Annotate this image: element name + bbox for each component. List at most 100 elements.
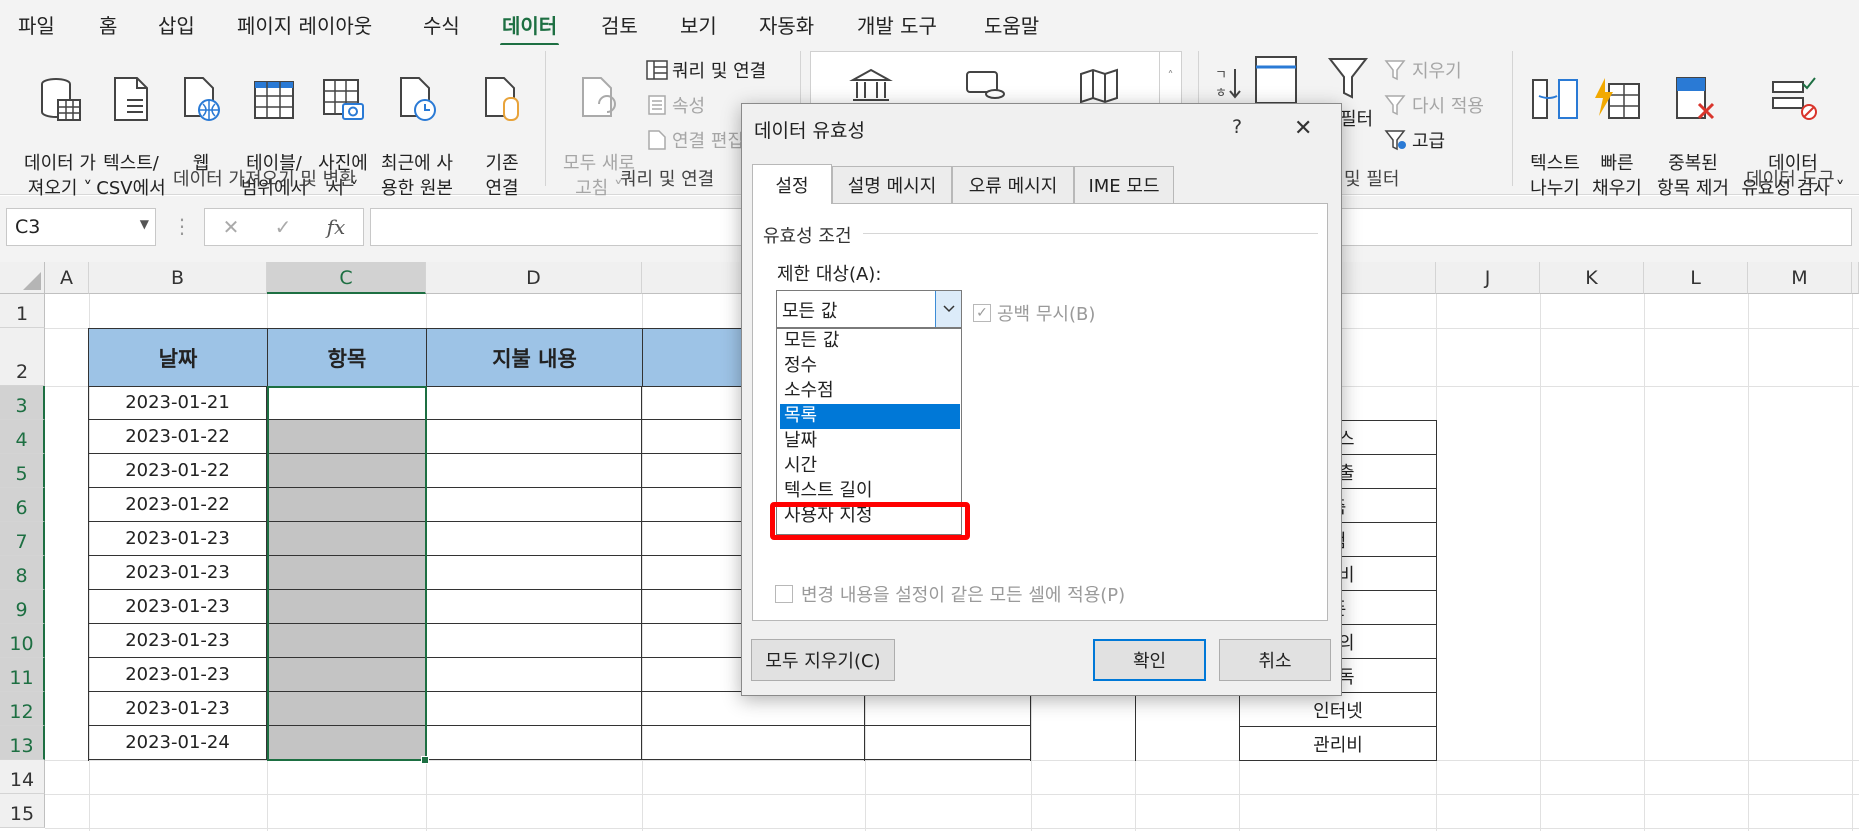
table-cell-date[interactable]: 2023-01-22 [89,454,267,488]
column-header-b[interactable]: B [89,262,267,294]
column-header-a[interactable]: A [45,262,89,294]
header-cell-item[interactable]: 항목 [267,328,427,387]
option-any-value[interactable]: 모든 값 [780,329,960,354]
tab-insert[interactable]: 삽입 [158,10,195,39]
tab-settings[interactable]: 설정 [752,164,832,204]
table-cell[interactable] [865,692,1031,726]
row-header-1[interactable]: 1 [0,294,45,328]
tab-input-message[interactable]: 설명 메시지 [832,166,952,204]
tab-formulas[interactable]: 수식 [423,10,460,39]
clear-filter-button[interactable]: 지우기 [1384,57,1462,83]
queries-connections-button[interactable]: 쿼리 및 연결 [646,57,766,83]
option-whole-number[interactable]: 정수 [780,354,960,379]
row-header-13[interactable]: 13 [0,726,45,760]
chevron-down-icon[interactable] [935,291,961,327]
selected-cell[interactable] [267,692,426,726]
column-header-c[interactable]: C [267,262,426,294]
table-cell[interactable] [426,556,642,590]
row-header-5[interactable]: 5 [0,454,45,488]
table-cell-date[interactable]: 2023-01-24 [89,726,267,760]
row-header-4[interactable]: 4 [0,420,45,454]
edit-links-button[interactable]: 연결 편집 [646,127,744,153]
option-list[interactable]: 목록 [780,404,960,429]
row-header-11[interactable]: 11 [0,658,45,692]
insert-function-icon[interactable]: fx [327,215,346,239]
row-header-12[interactable]: 12 [0,692,45,726]
tab-file[interactable]: 파일 [18,10,55,39]
tab-help[interactable]: 도움말 [984,10,1039,39]
header-cell-date[interactable]: 날짜 [88,328,268,387]
chevron-down-icon[interactable]: ▼ [140,217,149,231]
apply-all-checkbox[interactable]: 변경 내용을 설정이 같은 모든 셀에 적용(P) [775,581,1125,607]
fill-handle[interactable] [421,756,429,764]
text-csv-button[interactable]: 텍스트/ CSV에서 [96,51,166,201]
table-cell[interactable] [426,420,642,454]
tab-error-alert[interactable]: 오류 메시지 [952,166,1074,204]
name-box[interactable]: C3 ▼ [6,208,156,246]
table-cell-date[interactable]: 2023-01-23 [89,692,267,726]
selected-cell[interactable] [267,590,426,624]
selected-cell[interactable] [267,420,426,454]
table-cell-date[interactable]: 2023-01-23 [89,590,267,624]
selected-cell[interactable] [267,454,426,488]
table-cell[interactable] [426,726,642,760]
tab-developer[interactable]: 개발 도구 [857,10,937,39]
sort-icon[interactable] [1254,55,1298,105]
option-time[interactable]: 시간 [780,454,960,479]
table-cell[interactable] [426,692,642,726]
option-date[interactable]: 날짜 [780,429,960,454]
table-cell-date[interactable]: 2023-01-22 [89,420,267,454]
option-custom[interactable]: 사용자 지정 [780,504,960,529]
column-header-l[interactable]: L [1644,262,1748,294]
recent-sources-button[interactable]: 최근에 사 용한 원본 [372,51,462,201]
tab-data[interactable]: 데이터 [499,10,560,47]
header-cell-payment[interactable]: 지불 내용 [426,328,643,387]
table-cell-date[interactable]: 2023-01-22 [89,488,267,522]
table-cell[interactable] [426,624,642,658]
tab-page-layout[interactable]: 페이지 레이아웃 [237,10,372,39]
table-cell[interactable] [865,726,1031,760]
table-cell[interactable] [642,726,865,760]
column-header-n[interactable] [1852,262,1859,294]
flash-fill-button[interactable]: 빠른 채우기 [1584,51,1650,201]
row-header-7[interactable]: 7 [0,522,45,556]
clear-all-button[interactable]: 모두 지우기(C) [751,639,895,681]
table-cell-date[interactable]: 2023-01-23 [89,624,267,658]
list-item[interactable]: 관리비 [1240,727,1437,761]
option-text-length[interactable]: 텍스트 길이 [780,479,960,504]
cancel-icon[interactable]: ✕ [223,215,240,239]
table-cell-date[interactable]: 2023-01-23 [89,556,267,590]
column-header-j[interactable]: J [1436,262,1540,294]
allow-select[interactable]: 모든 값 [776,290,962,328]
tab-review[interactable]: 검토 [601,10,638,39]
column-header-d[interactable]: D [426,262,642,294]
cancel-button[interactable]: 취소 [1219,639,1331,681]
sort-asc-icon[interactable]: ㄱㅎ [1213,63,1243,103]
selected-cell[interactable] [267,726,426,760]
tab-home[interactable]: 홈 [99,10,117,39]
row-header-2[interactable]: 2 [0,328,45,386]
table-cell[interactable] [426,454,642,488]
table-cell-date[interactable]: 2023-01-21 [89,386,267,420]
table-cell[interactable] [426,590,642,624]
table-cell[interactable] [426,488,642,522]
text-to-columns-button[interactable]: 텍스트 나누기 [1522,51,1588,201]
table-cell[interactable] [642,692,865,726]
existing-connections-button[interactable]: 기존 연결 [472,51,532,201]
close-icon[interactable]: ✕ [1294,116,1312,141]
web-button[interactable]: 웹 [176,51,226,176]
row-header-10[interactable]: 10 [0,624,45,658]
column-header-k[interactable]: K [1540,262,1644,294]
selected-cell[interactable] [267,658,426,692]
list-item[interactable]: 인터넷 [1240,693,1437,727]
row-header-8[interactable]: 8 [0,556,45,590]
row-header-6[interactable]: 6 [0,488,45,522]
selected-cell[interactable] [267,522,426,556]
active-cell-c3[interactable] [267,386,426,420]
tab-view[interactable]: 보기 [680,10,717,39]
table-cell[interactable] [426,522,642,556]
advanced-filter-button[interactable]: 고급 [1384,127,1445,153]
get-data-button[interactable]: 데이터 가 져오기 ˅ [10,51,110,201]
filter-icon[interactable] [1326,55,1370,103]
row-header-14[interactable]: 14 [0,760,45,794]
